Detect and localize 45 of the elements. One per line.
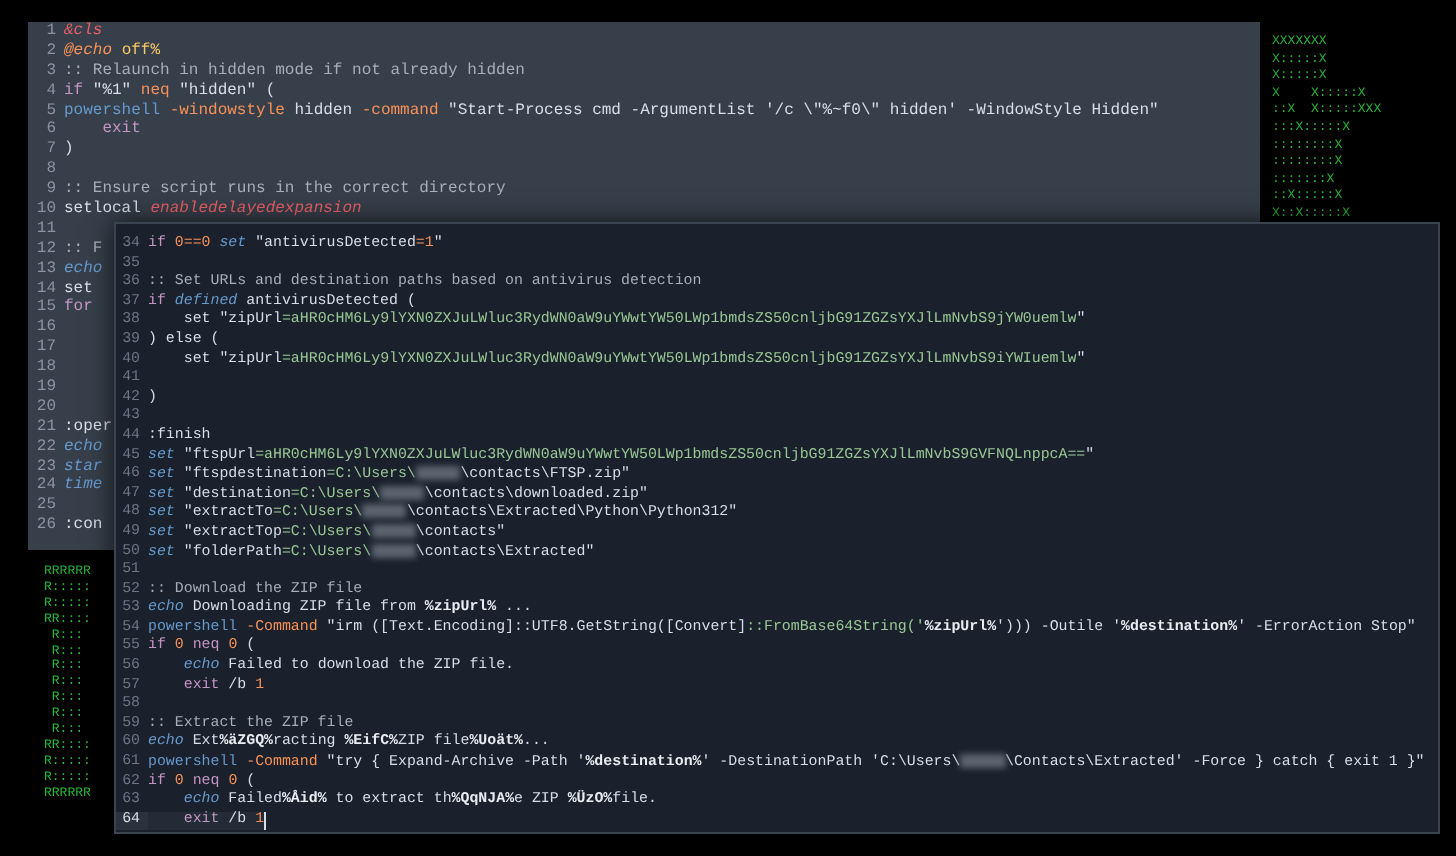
code-line: for (64, 298, 93, 319)
line-number: 12 (34, 239, 58, 260)
code-line: set (64, 279, 93, 298)
line-number: 10 (34, 200, 58, 220)
line-number: 11 (34, 219, 58, 240)
code-line: setlocal enabledelayedexpansion (64, 200, 362, 220)
code-line: &cls (64, 22, 103, 42)
line-number: 14 (34, 279, 58, 299)
line-number: 7 (44, 140, 58, 161)
line-number: 9 (44, 180, 58, 201)
code-line: star (64, 457, 103, 476)
line-number: 16 (34, 318, 58, 339)
line-number: 1 (44, 22, 58, 42)
code-line: ) (64, 140, 74, 161)
code-line: time (64, 476, 103, 497)
code-line: powershell -windowstyle hidden -command "Start-Process cmd -ArgumentList '/c \"%~f0\" hidden' -WindowStyle Hidden" (64, 101, 1159, 120)
line-number: 26 (34, 516, 58, 537)
line-number: 6 (44, 120, 58, 141)
code-line: :con (64, 516, 103, 537)
line-number: 22 (34, 437, 58, 458)
code-line: if "%1" neq "hidden" ( (64, 81, 276, 102)
code-line: :: F (64, 239, 103, 260)
code-line: :: Ensure script runs in the correct directory (64, 180, 506, 200)
line-number: 21 (34, 417, 58, 438)
line-number: 24 (34, 476, 58, 497)
line-number: 18 (34, 358, 58, 379)
code-line: @echo off% (64, 41, 161, 62)
line-number: 3 (44, 61, 58, 82)
line-number: 25 (34, 496, 58, 517)
code-line: echo (64, 437, 103, 458)
line-number: 19 (34, 378, 58, 398)
code-line: echo (64, 259, 103, 280)
line-number: 20 (34, 397, 58, 418)
code-line: :: Relaunch in hidden mode if not already hidden (64, 61, 525, 82)
code-line: exit (100, 120, 141, 141)
line-number: 13 (34, 259, 58, 280)
line-number: 4 (44, 81, 58, 102)
code-line: :oper (64, 417, 113, 438)
line-number: 15 (34, 298, 58, 319)
text-cursor (264, 811, 267, 830)
line-number: 17 (34, 338, 58, 359)
line-number: 5 (44, 101, 58, 121)
line-number: 23 (34, 457, 58, 477)
line-number: 2 (44, 41, 58, 62)
line-number: 8 (44, 160, 58, 181)
